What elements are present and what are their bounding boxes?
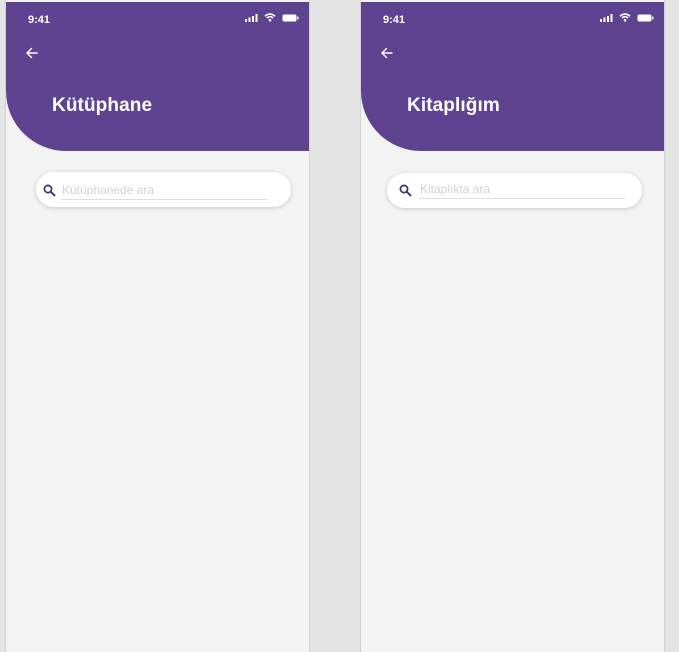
signal-icon bbox=[600, 13, 613, 22]
status-time: 9:41 bbox=[383, 14, 406, 26]
battery-icon bbox=[282, 14, 299, 21]
back-arrow-icon[interactable] bbox=[23, 44, 41, 62]
search-input[interactable] bbox=[61, 181, 267, 200]
search-input[interactable] bbox=[419, 180, 625, 199]
back-arrow-icon[interactable] bbox=[378, 44, 396, 62]
signal-icon bbox=[245, 13, 258, 22]
search-icon bbox=[399, 184, 412, 197]
wifi-icon bbox=[264, 13, 276, 22]
search-bar[interactable] bbox=[36, 172, 291, 207]
wifi-icon bbox=[619, 13, 631, 22]
my-bookshelf-screen: 9:41 Kitaplığım bbox=[360, 0, 665, 652]
status-icons bbox=[245, 13, 299, 22]
search-icon bbox=[43, 184, 56, 197]
status-icons bbox=[600, 13, 654, 22]
search-bar[interactable] bbox=[387, 173, 642, 208]
header: 9:41 Kütüphane bbox=[6, 2, 309, 151]
header: 9:41 Kitaplığım bbox=[361, 2, 664, 151]
battery-icon bbox=[637, 14, 654, 21]
library-screen: 9:41 Kütüphane bbox=[5, 0, 310, 652]
page-title: Kütüphane bbox=[52, 95, 153, 116]
page-title: Kitaplığım bbox=[407, 95, 500, 116]
status-time: 9:41 bbox=[28, 14, 51, 26]
